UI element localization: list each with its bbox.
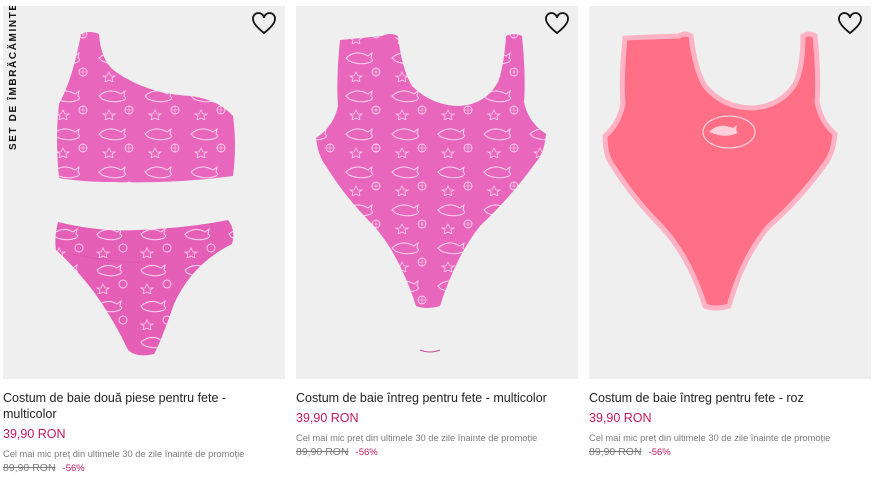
discount-badge: -56% bbox=[355, 447, 378, 458]
lowest-price-note: Cel mai mic preț din ultimele 30 de zile… bbox=[3, 449, 245, 459]
category-badge: SET DE ÎMBRĂCĂMINTE bbox=[3, 6, 25, 166]
product-price: 39,90 RON bbox=[296, 411, 359, 425]
discount-badge: -56% bbox=[648, 447, 671, 458]
product-title[interactable]: Costum de baie întreg pentru fete - mult… bbox=[296, 390, 578, 406]
product-image[interactable]: SET DE ÎMBRĂCĂMINTE bbox=[3, 6, 285, 379]
old-price: 89,90 RON bbox=[589, 446, 642, 458]
product-image[interactable] bbox=[296, 6, 578, 379]
product-title[interactable]: Costum de baie întreg pentru fete - roz bbox=[589, 390, 871, 406]
old-price: 89,90 RON bbox=[3, 462, 56, 474]
two-piece-swimsuit-illustration bbox=[55, 32, 235, 356]
one-piece-swimsuit-illustration bbox=[602, 31, 838, 311]
lowest-price-note: Cel mai mic preț din ultimele 30 de zile… bbox=[589, 433, 831, 443]
discount-badge: -56% bbox=[62, 463, 85, 474]
lowest-price-note: Cel mai mic preț din ultimele 30 de zile… bbox=[296, 433, 538, 443]
one-piece-swimsuit-illustration bbox=[316, 34, 546, 353]
product-title[interactable]: Costum de baie două piese pentru fete - … bbox=[3, 390, 285, 422]
old-price-row: 89,90 RON -56% bbox=[296, 446, 578, 458]
product-image[interactable] bbox=[589, 6, 871, 379]
old-price: 89,90 RON bbox=[296, 446, 349, 458]
product-card[interactable]: Costum de baie întreg pentru fete - roz … bbox=[589, 6, 871, 458]
favorite-heart-icon[interactable] bbox=[837, 12, 863, 36]
product-price: 39,90 RON bbox=[589, 411, 652, 425]
favorite-heart-icon[interactable] bbox=[251, 12, 277, 36]
product-price: 39,90 RON bbox=[3, 427, 66, 441]
product-card[interactable]: Costum de baie întreg pentru fete - mult… bbox=[296, 6, 578, 458]
product-card[interactable]: SET DE ÎMBRĂCĂMINTE Costum de baie două … bbox=[3, 6, 285, 474]
old-price-row: 89,90 RON -56% bbox=[3, 462, 285, 474]
category-badge-text: SET DE ÎMBRĂCĂMINTE bbox=[8, 6, 19, 150]
old-price-row: 89,90 RON -56% bbox=[589, 446, 871, 458]
favorite-heart-icon[interactable] bbox=[544, 12, 570, 36]
